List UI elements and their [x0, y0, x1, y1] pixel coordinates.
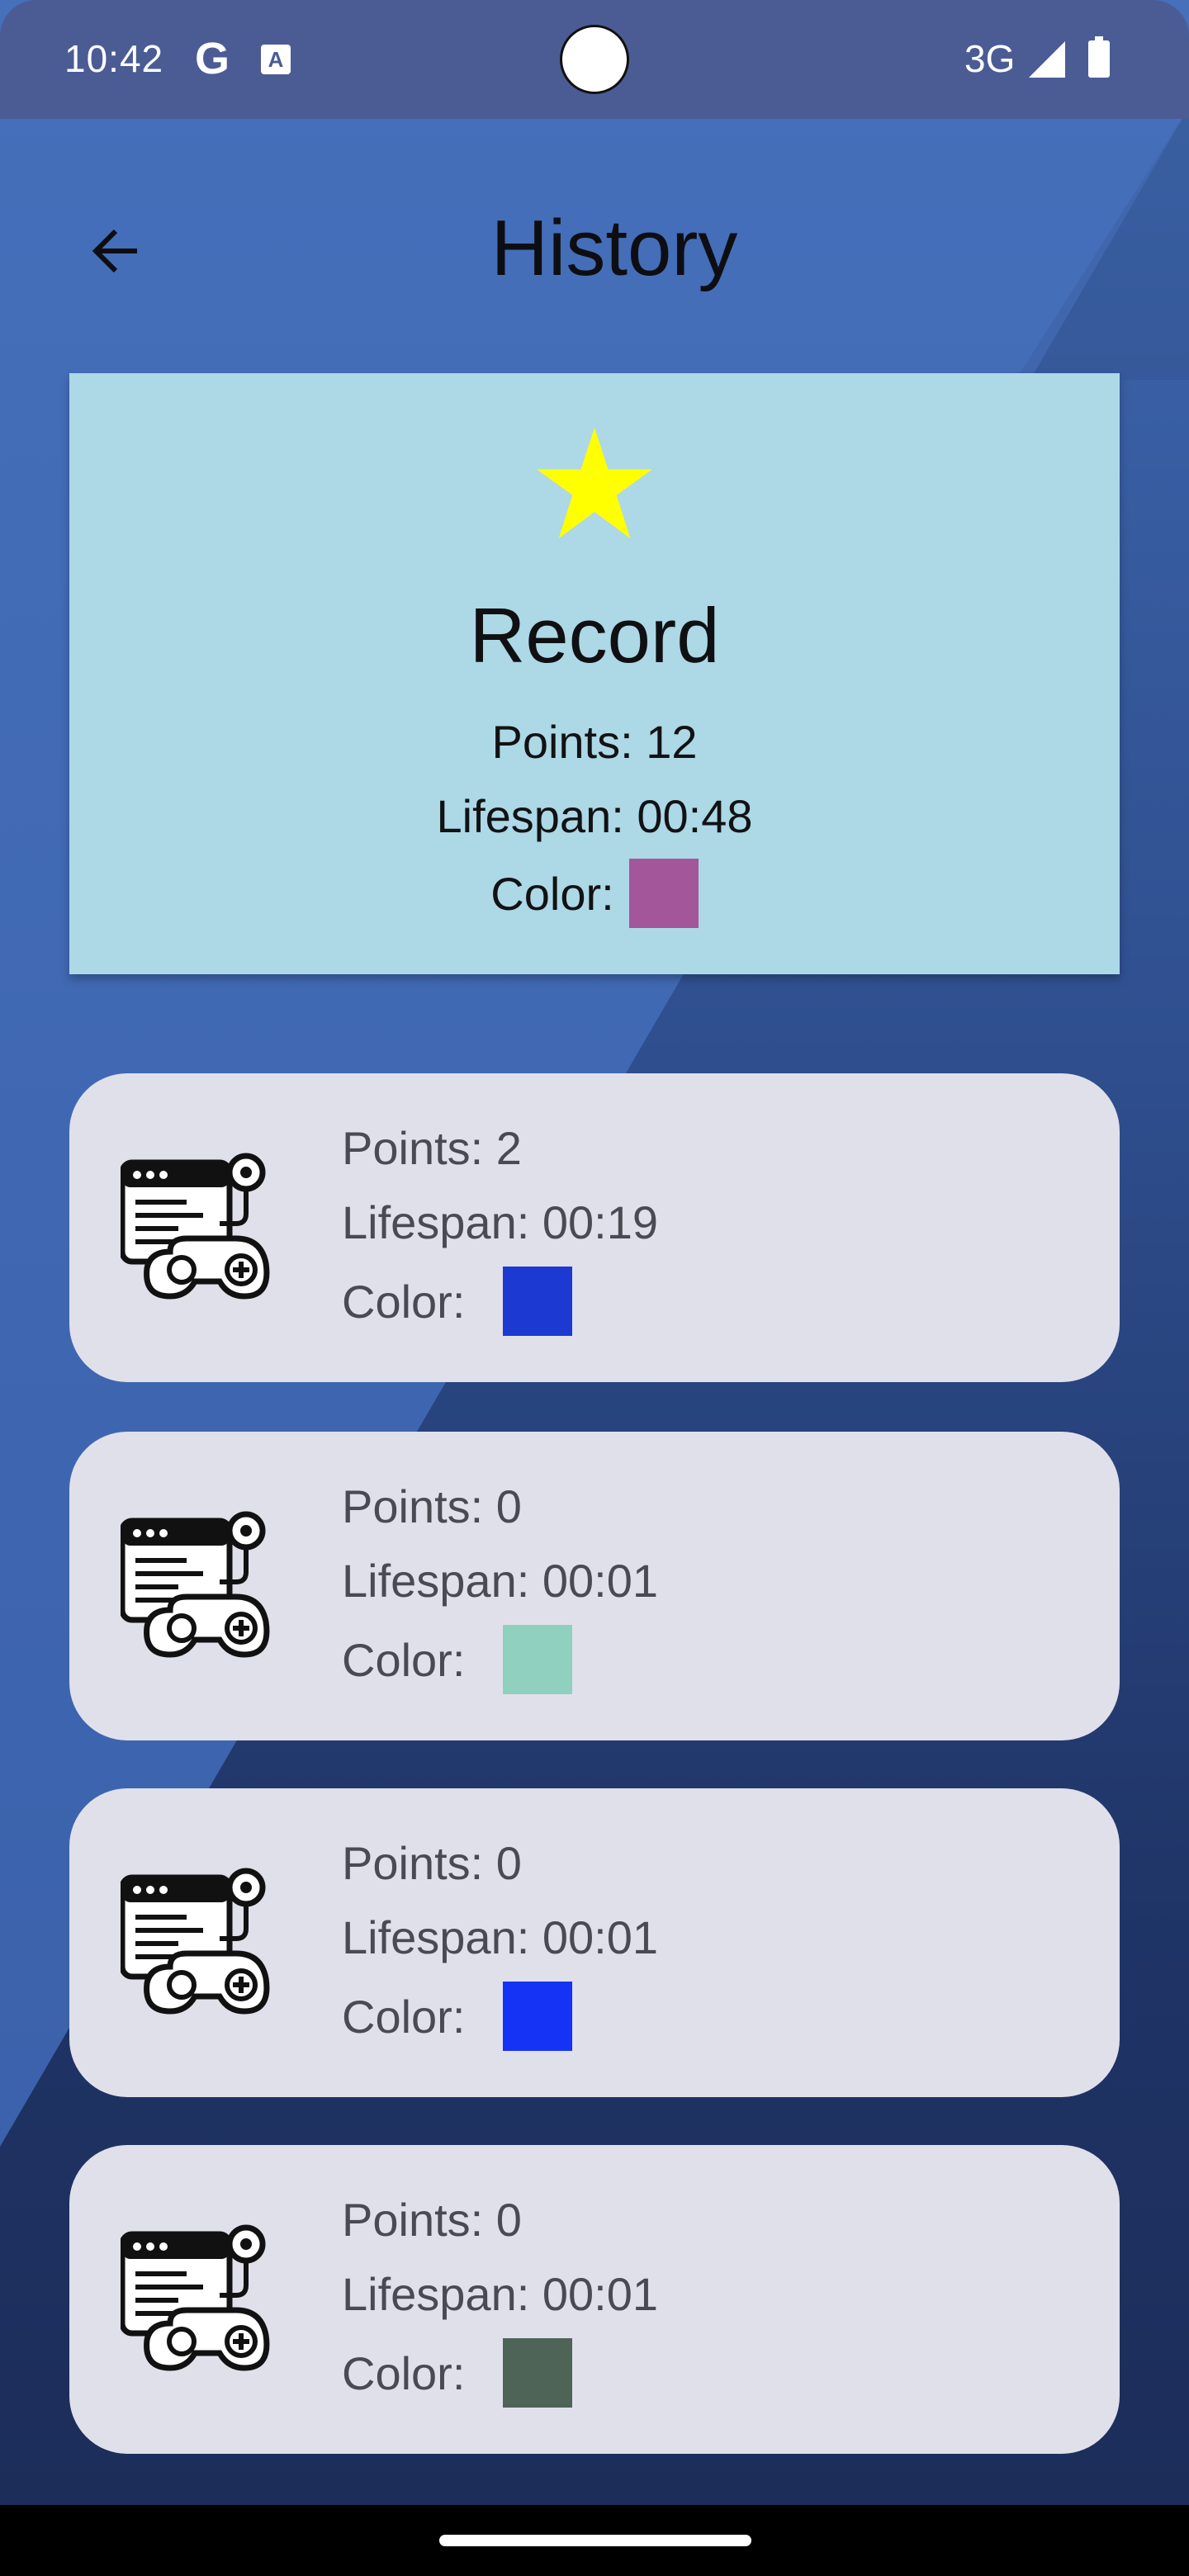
card-color-row: Color:: [342, 1625, 573, 1694]
screen: 10:42 G A 3G History Record Points: 12 L…: [0, 0, 1189, 2576]
card-lifespan: Lifespan: 00:19: [342, 1196, 658, 1248]
record-lifespan: Lifespan: 00:48: [436, 790, 753, 842]
card-color-label: Color:: [342, 1633, 466, 1686]
card-lifespan: Lifespan: 00:01: [342, 1911, 658, 1963]
status-bar: 10:42 G A 3G: [0, 0, 1189, 119]
signal-icon: [1029, 41, 1065, 78]
card-lifespan: Lifespan: 00:01: [342, 1555, 658, 1607]
star-icon: [537, 428, 652, 538]
card-color-swatch: [503, 1625, 573, 1694]
card-color-label: Color:: [342, 2346, 466, 2399]
card-points: Points: 0: [342, 2194, 522, 2246]
record-color-row: Color:: [69, 859, 1120, 928]
game-controller-code-icon: [121, 1868, 270, 2015]
history-card[interactable]: Points: 0 Lifespan: 00:01 Color:: [69, 1788, 1120, 2097]
card-color-label: Color:: [342, 1275, 466, 1328]
card-color-row: Color:: [342, 1267, 573, 1336]
card-points: Points: 0: [342, 1837, 522, 1889]
camera-cutout: [560, 25, 629, 94]
game-controller-code-icon: [121, 1153, 270, 1300]
record-points: Points: 12: [491, 716, 698, 768]
game-controller-code-icon: [121, 2224, 270, 2371]
record-color-label: Color:: [490, 867, 614, 920]
card-color-swatch: [503, 1267, 573, 1336]
card-color-swatch: [503, 1982, 573, 2051]
card-color-label: Color:: [342, 1990, 466, 2043]
card-color-row: Color:: [342, 1982, 573, 2051]
status-time: 10:42: [64, 37, 164, 80]
network-type: 3G: [964, 37, 1016, 80]
history-card[interactable]: Points: 0 Lifespan: 00:01 Color:: [69, 1432, 1120, 1740]
card-color-row: Color:: [342, 2338, 573, 2408]
page-title: History: [490, 204, 738, 292]
battery-icon: [1088, 36, 1110, 78]
history-card[interactable]: Points: 2 Lifespan: 00:19 Color:: [69, 1073, 1120, 1382]
history-card[interactable]: Points: 0 Lifespan: 00:01 Color:: [69, 2145, 1120, 2454]
card-points: Points: 0: [342, 1480, 522, 1532]
accessibility-notification-icon: A: [261, 45, 291, 74]
card-lifespan: Lifespan: 00:01: [342, 2268, 658, 2320]
home-handle[interactable]: [439, 2535, 751, 2546]
card-color-swatch: [503, 2338, 573, 2408]
record-title: Record: [469, 592, 720, 679]
record-color-swatch: [628, 859, 699, 928]
card-points: Points: 2: [342, 1122, 522, 1174]
game-controller-code-icon: [121, 1511, 270, 1658]
google-icon: G: [195, 34, 230, 83]
